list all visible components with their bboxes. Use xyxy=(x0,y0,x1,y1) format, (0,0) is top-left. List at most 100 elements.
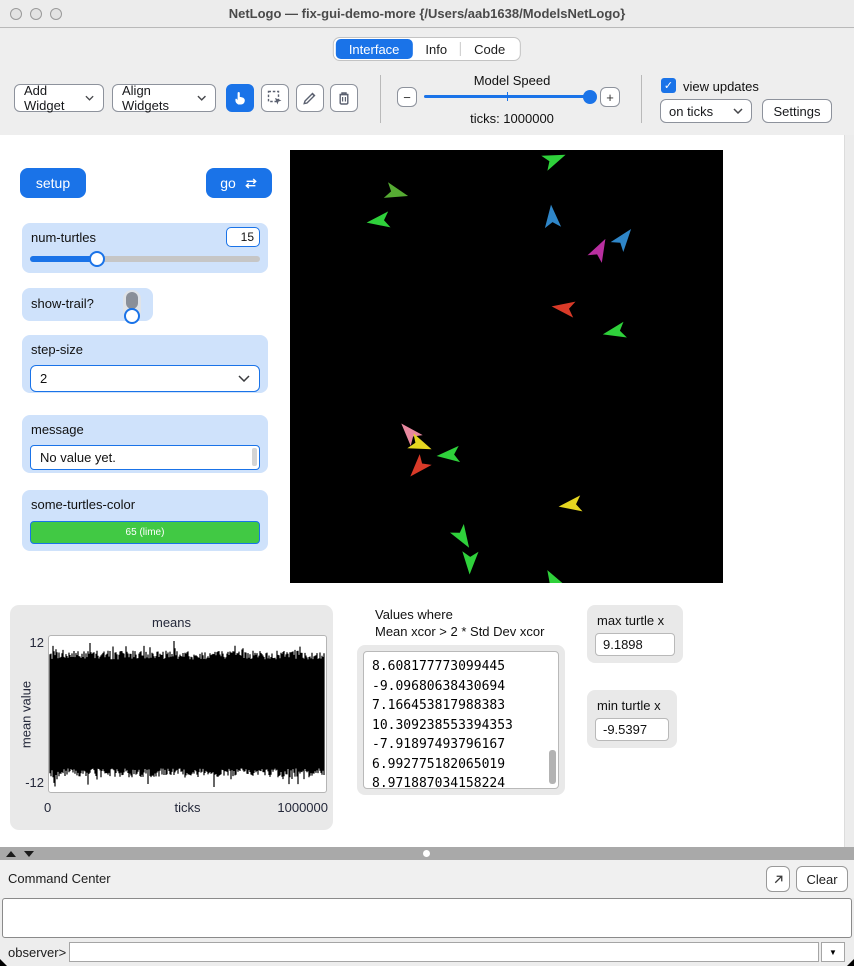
trash-icon xyxy=(339,92,349,105)
output-text-area[interactable]: 8.608177773099445 -9.09680638430694 7.16… xyxy=(363,651,559,789)
window-title: NetLogo — fix-gui-demo-more {/Users/aab1… xyxy=(228,6,626,21)
show-trail-switch[interactable] xyxy=(123,290,141,324)
settings-button[interactable]: Settings xyxy=(762,99,832,123)
turtle xyxy=(610,229,632,252)
go-label: go xyxy=(220,175,236,191)
view-updates-label: view updates xyxy=(683,79,759,94)
show-trail-switch-widget: show-trail? xyxy=(22,288,153,324)
tab-code[interactable]: Code xyxy=(461,39,518,59)
view-updates-checkbox[interactable]: ✓ xyxy=(661,78,676,93)
chevron-down-icon xyxy=(85,95,94,101)
output-caption: Values where Mean xcor > 2 * Std Dev xco… xyxy=(375,606,544,640)
message-input[interactable]: No value yet. xyxy=(30,445,260,470)
dropdown-arrow-icon: ▼ xyxy=(829,947,837,957)
command-history-dropdown[interactable]: ▼ xyxy=(821,942,845,962)
num-turtles-track[interactable] xyxy=(30,251,260,267)
speed-faster-button[interactable]: + xyxy=(600,87,620,107)
setup-label: setup xyxy=(35,175,71,191)
num-turtles-label: num-turtles xyxy=(31,230,97,245)
num-turtles-fill xyxy=(30,256,97,262)
top-chrome: Interface Info Code Add Widget Align Wid… xyxy=(0,29,854,135)
tab-interface[interactable]: Interface xyxy=(335,39,413,59)
turtle xyxy=(410,454,432,477)
ticks-counter: ticks: 1000000 xyxy=(470,111,554,126)
title-bar: NetLogo — fix-gui-demo-more {/Users/aab1… xyxy=(0,0,854,28)
canvas-scrollbar-track[interactable] xyxy=(844,135,854,847)
plot-area xyxy=(48,635,327,793)
popout-arrow-icon xyxy=(774,875,782,883)
turtle xyxy=(366,211,391,228)
command-center-title: Command Center xyxy=(8,871,111,886)
splitter-up-icon[interactable] xyxy=(6,851,16,857)
hand-tool-button[interactable] xyxy=(226,84,254,112)
tab-info[interactable]: Info xyxy=(412,39,460,59)
update-mode-dropdown[interactable]: on ticks xyxy=(660,99,752,123)
color-value-label: 65 (lime) xyxy=(125,527,165,538)
select-widgets-tool-button[interactable] xyxy=(261,84,289,112)
output-scrollbar-thumb[interactable] xyxy=(549,750,556,784)
monitor-value: 9.1898 xyxy=(595,633,675,656)
num-turtles-slider-widget: num-turtles 15 xyxy=(22,223,268,273)
add-widget-dropdown[interactable]: Add Widget xyxy=(14,83,104,113)
turtle xyxy=(547,570,563,583)
color-picker-widget: some-turtles-color 65 (lime) xyxy=(22,490,268,551)
delete-tool-button[interactable] xyxy=(330,84,358,112)
toolbar-divider xyxy=(641,75,642,123)
chevron-down-icon xyxy=(733,108,743,114)
step-size-chooser-widget: step-size 2 xyxy=(22,335,268,393)
command-center-splitter[interactable] xyxy=(0,847,854,860)
step-size-label: step-size xyxy=(31,342,84,357)
command-center-output[interactable] xyxy=(2,898,852,938)
add-widget-label: Add Widget xyxy=(24,83,65,113)
world-view[interactable] xyxy=(290,150,723,583)
turtle xyxy=(587,238,606,263)
resize-grip-left xyxy=(0,959,7,966)
setup-button[interactable]: setup xyxy=(20,168,86,198)
plus-label: + xyxy=(606,89,614,105)
tab-group: Interface Info Code xyxy=(332,37,522,61)
step-size-dropdown[interactable]: 2 xyxy=(30,365,260,392)
step-size-value: 2 xyxy=(40,371,48,386)
splitter-down-icon[interactable] xyxy=(24,851,34,857)
speed-slider-thumb[interactable] xyxy=(583,90,597,104)
speed-slider[interactable] xyxy=(424,95,596,98)
num-turtles-value[interactable]: 15 xyxy=(226,227,260,247)
message-input-widget: message No value yet. xyxy=(22,415,268,473)
turtle xyxy=(541,154,566,171)
monitor-label: max turtle x xyxy=(597,613,665,628)
output-caption-line1: Values where xyxy=(375,607,453,622)
command-line-row: observer> ▼ xyxy=(0,938,854,966)
turtles-layer xyxy=(366,154,632,583)
hand-icon xyxy=(235,92,245,105)
model-speed-label: Model Speed xyxy=(473,73,551,88)
command-center-header: Command Center Clear xyxy=(0,860,854,898)
resize-grip-right xyxy=(847,959,854,966)
align-widgets-dropdown[interactable]: Align Widgets xyxy=(112,83,216,113)
settings-label: Settings xyxy=(773,103,821,119)
turtle xyxy=(551,301,576,318)
turtle xyxy=(383,182,409,198)
clear-button[interactable]: Clear xyxy=(796,866,848,892)
minus-label: − xyxy=(403,89,411,105)
switch-track-knob xyxy=(126,292,138,309)
means-plot-widget: means 12 -12 mean value 0 ticks 1000000 xyxy=(10,605,333,830)
splitter-handle-dot[interactable] xyxy=(423,850,430,857)
pencil-icon xyxy=(303,92,316,105)
check-icon: ✓ xyxy=(663,80,674,92)
chevron-down-icon xyxy=(197,95,206,101)
go-button[interactable]: go xyxy=(206,168,272,198)
switch-handle[interactable] xyxy=(124,308,140,324)
some-turtles-color-label: some-turtles-color xyxy=(31,497,136,512)
show-trail-label: show-trail? xyxy=(31,296,94,311)
command-center-popout-button[interactable] xyxy=(766,866,790,892)
plot-title: means xyxy=(151,615,192,630)
speed-slower-button[interactable]: − xyxy=(397,87,417,107)
num-turtles-thumb[interactable] xyxy=(88,251,105,267)
toolbar-divider xyxy=(380,75,381,123)
color-swatch-button[interactable]: 65 (lime) xyxy=(30,521,260,544)
command-input[interactable] xyxy=(69,942,819,962)
observer-prompt-label: observer> xyxy=(8,945,67,960)
edit-tool-button[interactable] xyxy=(296,84,324,112)
clear-label: Clear xyxy=(806,871,838,887)
plot-y-axis-label: mean value xyxy=(18,680,34,749)
